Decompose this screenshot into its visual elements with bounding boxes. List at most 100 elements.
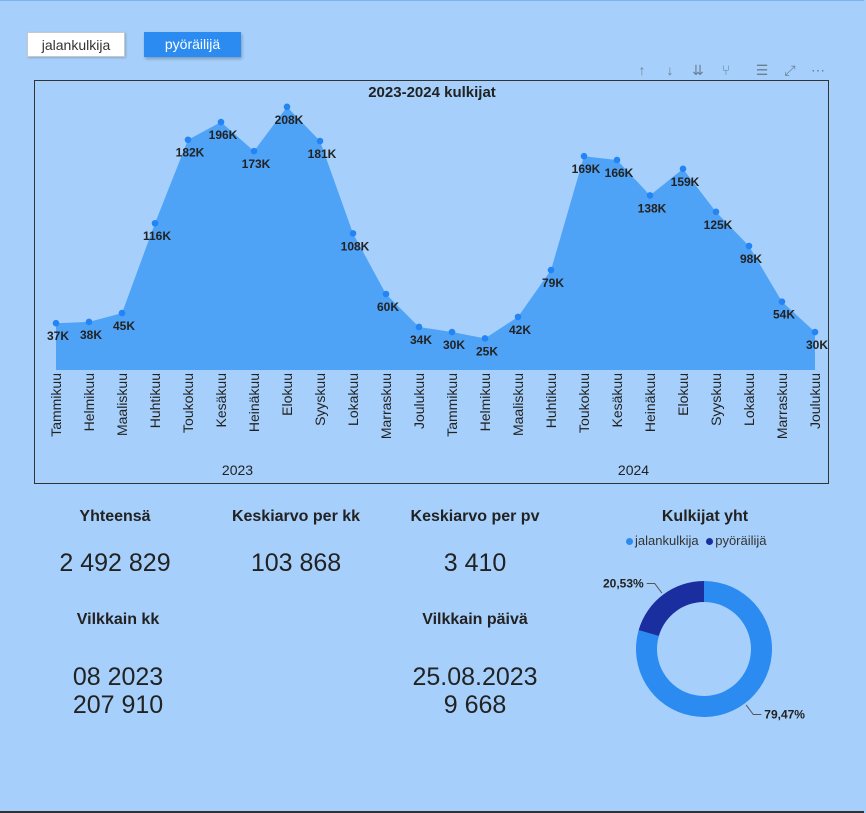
x-tick-label: Tammikuu — [48, 373, 64, 437]
kpi-total-title: Yhteensä — [79, 508, 151, 525]
data-label: 116K — [143, 229, 171, 243]
kpi-total-value: 2 492 829 — [59, 549, 171, 577]
x-tick-label: Marraskuu — [774, 373, 790, 439]
data-label: 182K — [176, 146, 205, 160]
data-point — [448, 328, 456, 336]
slice-label: 20,53% — [603, 576, 644, 590]
legend-dot-icon — [626, 538, 633, 546]
data-label: 30K — [443, 338, 465, 352]
kpi-avg-day-title: Keskiarvo per pv — [410, 508, 540, 525]
kpi-busiest-day-date: 25.08.2023 — [412, 663, 538, 691]
x-tick-label: Huhtikuu — [147, 373, 163, 428]
data-label: 37K — [47, 329, 69, 343]
kpi-busiest-month-value: 207 910 — [72, 691, 164, 719]
data-point — [811, 328, 819, 336]
filter-button-pyorailija[interactable]: pyöräilijä — [144, 32, 241, 57]
data-label: 181K — [308, 147, 337, 161]
data-label: 79K — [542, 276, 564, 290]
data-point — [184, 136, 192, 144]
x-tick-label: Helmikuu — [81, 373, 97, 431]
legend-dot-icon — [706, 538, 714, 546]
data-point — [250, 147, 258, 155]
kpi-avg-day-value: 3 410 — [443, 549, 507, 577]
expand-hierarchy-icon[interactable]: ⑂ — [718, 62, 734, 78]
data-point — [613, 156, 621, 164]
legend-label: jalankulkija — [635, 533, 699, 548]
arrow-down-icon[interactable]: ↓ — [662, 62, 678, 78]
data-label: 159K — [671, 175, 700, 189]
donut-slice[interactable] — [638, 581, 704, 636]
data-point — [415, 323, 423, 331]
data-point — [118, 309, 126, 317]
data-point — [316, 137, 324, 145]
kpi-busiest-month-title: Vilkkain kk — [76, 611, 160, 628]
data-point — [85, 318, 93, 326]
x-tick-label: Lokakuu — [741, 373, 757, 426]
data-label: 138K — [638, 201, 667, 215]
data-label: 196K — [209, 128, 238, 142]
area-chart-visual[interactable]: 2023-2024 kulkijat 37K 38K 45K 116K 182K 196K 1… — [34, 80, 829, 484]
data-point — [580, 152, 588, 160]
kpi-avg-month-title: Keskiarvo per kk — [231, 508, 361, 525]
data-label: 108K — [341, 239, 370, 253]
legend-label: pyöräilijä — [715, 533, 767, 548]
kpi-avg-month-value: 103 868 — [250, 549, 342, 577]
x-tick-label: Toukokuu — [180, 373, 196, 433]
leader-line — [646, 582, 663, 594]
x-tick-label: Elokuu — [675, 373, 691, 416]
x-group-label: 2024 — [618, 462, 649, 478]
double-arrow-down-icon[interactable]: ⇊ — [690, 62, 706, 78]
data-label: 34K — [410, 333, 432, 347]
x-tick-label: Tammikuu — [444, 373, 460, 437]
data-point — [778, 298, 786, 305]
more-options-icon[interactable]: ⋯ — [810, 62, 826, 78]
data-label: 125K — [704, 218, 733, 232]
data-label: 54K — [773, 308, 795, 322]
data-point — [514, 313, 522, 321]
legend-item-pyorailija[interactable]: pyöräilijä — [706, 533, 767, 548]
data-point — [646, 192, 654, 199]
data-point — [283, 103, 291, 111]
x-tick-label: Syyskuu — [708, 373, 724, 426]
data-label: 166K — [605, 166, 634, 180]
kpi-busiest-month-date: 08 2023 — [72, 663, 164, 691]
x-tick-label: Helmikuu — [477, 373, 493, 431]
x-tick-label: Kesäkuu — [213, 373, 229, 427]
focus-mode-icon[interactable]: ⤢ — [782, 62, 798, 78]
x-group-label: 2023 — [222, 462, 253, 478]
x-tick-label: Maaliskuu — [114, 373, 130, 436]
kpi-busiest-day-title: Vilkkain päivä — [422, 611, 528, 628]
x-tick-label: Marraskuu — [378, 373, 394, 439]
chart-title: 2023-2024 kulkijat — [368, 84, 496, 101]
data-label: 30K — [806, 338, 828, 352]
area-chart: 2023-2024 kulkijat 37K 38K 45K 116K 182K 196K 1… — [47, 84, 828, 478]
data-label: 173K — [242, 157, 271, 171]
data-point — [679, 165, 687, 173]
data-point — [745, 242, 753, 250]
arrow-up-icon[interactable]: ↑ — [634, 62, 650, 78]
x-tick-label: Lokakuu — [345, 373, 361, 426]
data-point — [547, 266, 555, 274]
donut-chart[interactable]: 79,47% 20,53% — [590, 560, 850, 740]
x-tick-label: Heinäkuu — [246, 373, 262, 432]
filter-button-jalankulkija[interactable]: jalankulkija — [27, 32, 125, 57]
data-label: 45K — [113, 319, 135, 333]
x-tick-label: Huhtikuu — [543, 373, 559, 428]
x-tick-label: Joulukuu — [807, 373, 823, 429]
legend-item-jalankulkija[interactable]: jalankulkija — [626, 533, 699, 548]
x-tick-label: Toukokuu — [576, 373, 592, 433]
filter-icon[interactable]: ☰ — [754, 62, 770, 78]
donut-title: Kulkijat yht — [661, 508, 749, 525]
data-label: 208K — [275, 113, 304, 127]
x-tick-label: Kesäkuu — [609, 373, 625, 427]
data-point — [481, 335, 489, 342]
data-label: 25K — [476, 344, 498, 358]
data-label: 60K — [377, 300, 399, 314]
x-tick-label: Syyskuu — [312, 373, 328, 426]
data-point — [382, 290, 390, 298]
x-tick-label: Elokuu — [279, 373, 295, 416]
data-point — [52, 319, 60, 327]
data-label: 98K — [740, 252, 762, 266]
data-point — [712, 208, 720, 216]
data-point — [217, 118, 225, 126]
